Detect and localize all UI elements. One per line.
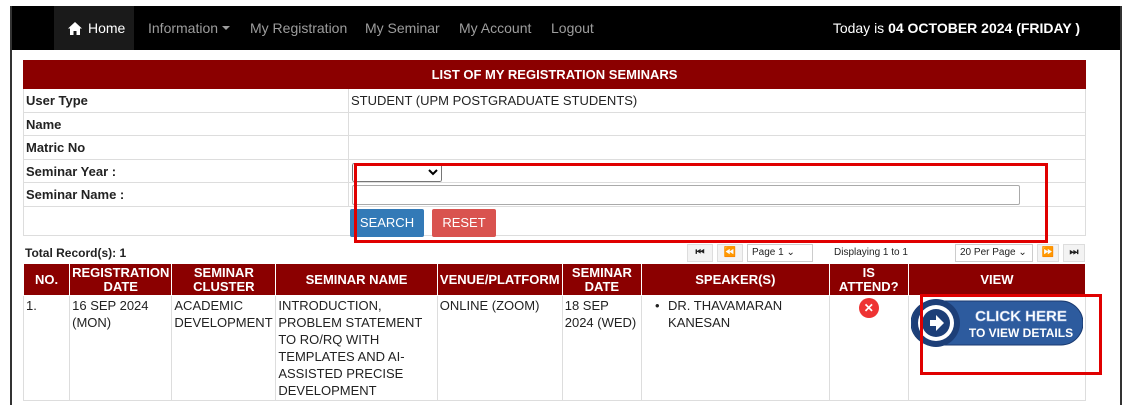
search-button[interactable]: SEARCH xyxy=(350,208,424,237)
seminar-year-select[interactable] xyxy=(352,162,442,182)
bullet-icon: • xyxy=(655,298,660,313)
per-page-select[interactable]: 20 Per Page ⌄ xyxy=(955,244,1033,262)
nav-logout-label: Logout xyxy=(551,20,594,36)
user-type-label: User Type xyxy=(26,93,88,108)
cell-no: 1. xyxy=(22,295,71,401)
nav-information-label: Information xyxy=(148,20,219,36)
button-row: SEARCH RESET xyxy=(24,207,1085,237)
cell-registration-date: 16 SEP 2024 (MON) xyxy=(69,295,173,401)
nav-my-account-label: My Account xyxy=(459,20,532,36)
cell-seminar-name: INTRODUCTION, PROBLEM STATEMENT TO RO/RQ… xyxy=(275,295,438,401)
nav-logout[interactable]: Logout xyxy=(551,6,594,50)
today-date: Today is 04 OCTOBER 2024 (FRIDAY ) xyxy=(833,6,1080,50)
pager-row: Total Record(s): 1 ⏮ ⏪ Page 1 ⌄ Displayi… xyxy=(23,244,1086,264)
top-navbar: Home Information My Registration My Semi… xyxy=(12,6,1120,50)
cell-speakers: • DR. THAVAMARAN KANESAN xyxy=(641,295,830,401)
name-label: Name xyxy=(26,116,62,132)
col-registration-date: REGISTRATION DATE xyxy=(69,263,173,296)
seminar-name-cell xyxy=(348,183,1086,206)
cell-cluster: ACADEMIC DEVELOPMENT xyxy=(171,295,277,401)
user-type-row: User Type STUDENT (UPM POSTGRADUATE STUD… xyxy=(24,89,1085,113)
cell-seminar-date: 18 SEP 2024 (WED) xyxy=(561,295,643,401)
seminar-year-cell xyxy=(348,159,1086,182)
filter-form: User Type STUDENT (UPM POSTGRADUATE STUD… xyxy=(23,89,1086,237)
col-speakers: SPEAKER(S) xyxy=(641,263,830,296)
today-prefix: Today is xyxy=(832,20,889,36)
today-date-value: 04 OCTOBER 2024 (FRIDAY ) xyxy=(888,20,1080,36)
seminar-name-row: Seminar Name : xyxy=(24,183,1085,207)
displaying-text: Displaying 1 to 1 xyxy=(834,247,908,258)
next-page-icon[interactable]: ⏩ xyxy=(1037,244,1059,262)
close-icon: ✕ xyxy=(858,298,879,318)
nav-home[interactable]: Home xyxy=(54,6,134,50)
matric-row: Matric No xyxy=(24,136,1085,160)
view-details-button[interactable]: CLICK HERE TO VIEW DETAILS xyxy=(910,298,1083,348)
col-is-attend: IS ATTEND? xyxy=(828,263,909,296)
prev-page-icon[interactable]: ⏪ xyxy=(717,244,743,262)
caret-down-icon xyxy=(222,26,231,30)
nav-my-seminar[interactable]: My Seminar xyxy=(365,6,440,50)
first-page-icon[interactable]: ⏮ xyxy=(687,244,713,262)
col-venue: VENUE/PLATFORM xyxy=(436,263,563,296)
cell-view: CLICK HERE TO VIEW DETAILS xyxy=(907,295,1087,401)
nav-my-seminar-label: My Seminar xyxy=(365,20,440,36)
page-select[interactable]: Page 1 ⌄ xyxy=(747,244,813,262)
seminar-year-label: Seminar Year : xyxy=(26,163,117,179)
speaker-name: DR. THAVAMARAN KANESAN xyxy=(668,298,783,330)
col-no: NO. xyxy=(22,263,71,296)
matric-label: Matric No xyxy=(26,140,86,155)
table-row: 1. 16 SEP 2024 (MON) ACADEMIC DEVELOPMEN… xyxy=(22,295,1087,401)
page-select-value: Page 1 xyxy=(752,247,784,258)
seminar-year-row: Seminar Year : xyxy=(24,159,1086,183)
matric-value xyxy=(348,136,1086,159)
col-seminar-date: SEMINAR DATE xyxy=(561,263,643,296)
nav-my-registration-label: My Registration xyxy=(250,20,348,36)
view-line1: CLICK HERE xyxy=(975,308,1067,325)
per-page-value: 20 Per Page xyxy=(960,247,1016,258)
seminar-name-input[interactable] xyxy=(352,185,1020,205)
panel-title: LIST OF MY REGISTRATION SEMINARS xyxy=(23,60,1086,89)
col-seminar-name: SEMINAR NAME xyxy=(275,263,438,296)
name-row: Name xyxy=(24,112,1086,136)
seminar-name-label: Seminar Name : xyxy=(26,187,125,202)
view-line2: TO VIEW DETAILS xyxy=(969,326,1073,340)
col-seminar-cluster: SEMINAR CLUSTER xyxy=(171,263,277,296)
name-value xyxy=(348,112,1086,135)
reset-button[interactable]: RESET xyxy=(432,208,496,237)
registration-panel: LIST OF MY REGISTRATION SEMINARS User Ty… xyxy=(23,60,1086,237)
nav-home-label: Home xyxy=(88,20,126,36)
home-icon xyxy=(68,8,82,52)
cell-venue: ONLINE (ZOOM) xyxy=(436,295,563,401)
nav-my-account[interactable]: My Account xyxy=(459,6,531,50)
nav-my-registration[interactable]: My Registration xyxy=(250,6,347,50)
nav-information[interactable]: Information xyxy=(148,6,231,50)
total-records: Total Record(s): 1 xyxy=(25,246,127,260)
col-view: VIEW xyxy=(907,263,1087,296)
table-header-row: NO. REGISTRATION DATE SEMINAR CLUSTER SE… xyxy=(22,263,1087,296)
user-type-value: STUDENT (UPM POSTGRADUATE STUDENTS) xyxy=(348,89,1086,112)
registration-table: NO. REGISTRATION DATE SEMINAR CLUSTER SE… xyxy=(22,263,1087,401)
last-page-icon[interactable]: ⏭ xyxy=(1063,244,1085,262)
cell-is-attend: ✕ xyxy=(828,295,909,401)
